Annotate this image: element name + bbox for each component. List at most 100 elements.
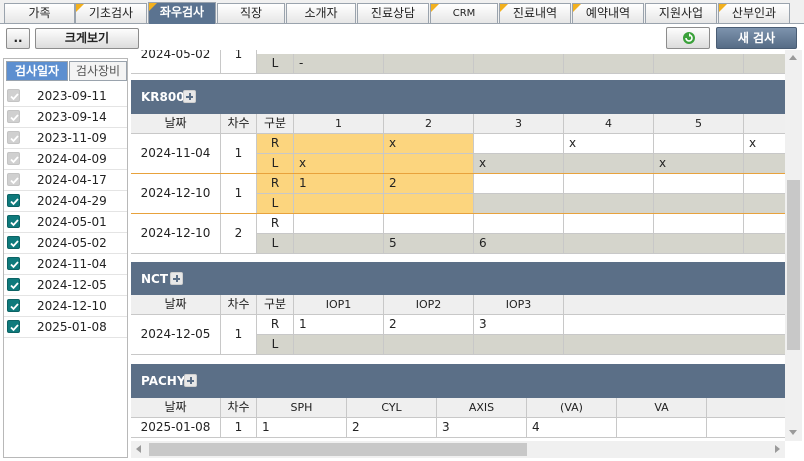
checkbox[interactable] <box>7 236 20 249</box>
checkbox[interactable] <box>7 257 20 270</box>
table-row-count: 1 <box>221 315 257 355</box>
cell-value: - <box>294 54 384 74</box>
tab-obgyn[interactable]: 산부인과 <box>718 3 790 23</box>
cell-side-l: L <box>257 154 294 174</box>
flag-marker <box>431 4 439 12</box>
cell-value: 3 <box>437 418 527 438</box>
header-date: 날짜 <box>131 295 221 315</box>
cell-value <box>294 335 384 355</box>
refresh-button[interactable] <box>666 27 710 49</box>
date-list-item[interactable]: 2024-04-17 <box>4 170 127 191</box>
scroll-up-icon[interactable] <box>789 55 797 60</box>
cell-value <box>294 214 384 234</box>
scroll-thumb[interactable] <box>787 180 800 350</box>
checkbox[interactable] <box>7 110 20 123</box>
date-list-item[interactable]: 2025-01-08 <box>4 317 127 338</box>
checkbox[interactable] <box>7 320 20 333</box>
cell-side-l: L <box>257 234 294 254</box>
tab-test-date[interactable]: 검사일자 <box>6 61 68 81</box>
section-title: PACHY <box>141 374 186 388</box>
tab-consult[interactable]: 진료상담 <box>357 3 429 23</box>
tab-test-device[interactable]: 검사장비 <box>69 61 127 81</box>
header-count: 차수 <box>221 398 257 418</box>
cell-value: 4 <box>527 418 617 438</box>
tab-crm[interactable]: CRM <box>430 3 498 23</box>
cell-value: 1 <box>294 174 384 194</box>
date-list-item[interactable]: 2023-09-11 <box>4 86 127 107</box>
tab-workplace[interactable]: 직장 <box>217 3 285 23</box>
checkbox[interactable] <box>7 131 20 144</box>
cell-value <box>744 54 785 74</box>
flag-marker <box>573 4 581 12</box>
cell-value <box>707 418 785 438</box>
expand-plus-icon[interactable] <box>184 374 197 387</box>
column-header: IOP3 <box>474 295 564 315</box>
tab-bar: 가족 기초검사 좌우검사 직장 소개자 진료상담 CRM 진료내역 예약내역 지… <box>0 0 804 24</box>
scroll-thumb[interactable] <box>149 443 527 456</box>
checkbox[interactable] <box>7 299 20 312</box>
date-list-item[interactable]: 2024-11-04 <box>4 254 127 275</box>
cell-value <box>744 234 785 254</box>
checkbox[interactable] <box>7 215 20 228</box>
checkbox[interactable] <box>7 173 20 186</box>
date-list-item[interactable]: 2023-11-09 <box>4 128 127 149</box>
date-label: 2024-04-29 <box>37 194 107 208</box>
tab-referrer[interactable]: 소개자 <box>286 3 356 23</box>
column-header: AXIS <box>437 398 527 418</box>
date-list-item[interactable]: 2024-05-02 <box>4 233 127 254</box>
column-header: 2 <box>384 114 474 134</box>
table-row-date: 2024-11-04 <box>131 134 221 174</box>
exam-results-area: 2024-05-02 1 L - KR800 날짜 차수 구분 1 2 3 4 5 2024-1… <box>131 50 785 441</box>
checkbox[interactable] <box>7 89 20 102</box>
cell-value <box>384 335 474 355</box>
table-row-count: 2 <box>221 214 257 254</box>
cell-side-r: R <box>257 214 294 234</box>
cell-value <box>294 234 384 254</box>
date-list-item[interactable]: 2024-12-10 <box>4 296 127 317</box>
column-header: 1 <box>294 114 384 134</box>
refresh-icon <box>682 31 696 48</box>
cell-value <box>564 174 654 194</box>
tab-treatment-history[interactable]: 진료내역 <box>499 3 571 23</box>
new-test-button[interactable]: 새 검사 <box>716 27 797 49</box>
cell-value <box>294 194 384 214</box>
date-list-item[interactable]: 2024-05-01 <box>4 212 127 233</box>
checkbox[interactable] <box>7 152 20 165</box>
tab-family[interactable]: 가족 <box>4 3 75 23</box>
vertical-scrollbar[interactable] <box>785 50 802 441</box>
more-button[interactable]: .. <box>6 28 30 49</box>
checkbox[interactable] <box>7 194 20 207</box>
cell-value <box>384 54 474 74</box>
column-header: IOP1 <box>294 295 384 315</box>
tab-basic-exam[interactable]: 기초검사 <box>75 3 147 23</box>
cell-value <box>384 214 474 234</box>
cell-value <box>654 234 744 254</box>
date-list-item[interactable]: 2024-04-09 <box>4 149 127 170</box>
date-list-item[interactable]: 2024-12-05 <box>4 275 127 296</box>
tab-support-program[interactable]: 지원사업 <box>645 3 717 23</box>
date-label: 2025-01-08 <box>37 320 107 334</box>
date-label: 2024-05-01 <box>37 215 107 229</box>
column-header <box>744 114 785 134</box>
cell-value <box>564 54 654 74</box>
expand-plus-icon[interactable] <box>170 272 183 285</box>
cell-value <box>564 154 654 174</box>
scroll-left-icon[interactable] <box>136 445 141 453</box>
table-row-date: 2024-05-02 <box>131 50 221 74</box>
scroll-right-icon[interactable] <box>775 445 780 453</box>
date-list-item[interactable]: 2024-04-29 <box>4 191 127 212</box>
date-label: 2024-04-09 <box>37 152 107 166</box>
expand-plus-icon[interactable] <box>183 90 196 103</box>
scroll-down-icon[interactable] <box>789 430 797 435</box>
date-list-item[interactable]: 2023-09-14 <box>4 107 127 128</box>
cell-value <box>744 214 785 234</box>
date-label: 2023-09-14 <box>37 110 107 124</box>
date-label: 2023-11-09 <box>37 131 107 145</box>
tab-left-right-exam[interactable]: 좌우검사 <box>148 2 216 24</box>
tab-reservations[interactable]: 예약내역 <box>572 3 644 23</box>
table-row-date: 2024-12-10 <box>131 174 221 214</box>
horizontal-scrollbar[interactable] <box>131 441 785 458</box>
zoom-view-button[interactable]: 크게보기 <box>35 28 139 49</box>
checkbox[interactable] <box>7 278 20 291</box>
section-title: KR800 <box>141 90 185 104</box>
